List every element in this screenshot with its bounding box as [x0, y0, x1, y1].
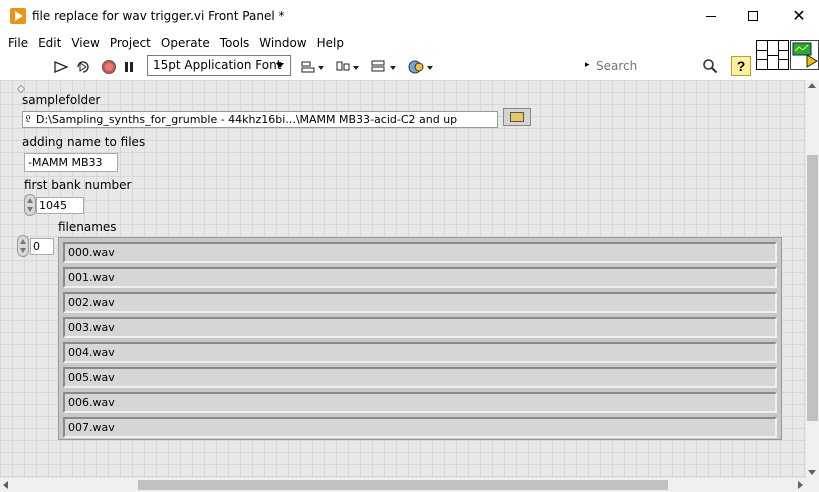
maximize-button[interactable]: [730, 0, 776, 32]
maximize-icon: [748, 11, 758, 21]
array-element[interactable]: 003.wav: [63, 317, 777, 338]
reorder-button[interactable]: [407, 58, 435, 75]
array-element[interactable]: 001.wav: [63, 267, 777, 288]
array-element[interactable]: 000.wav: [63, 242, 777, 263]
adding-name-label: adding name to files: [22, 135, 146, 149]
labview-app-icon: [10, 8, 26, 24]
title-bar: file replace for wav trigger.vi Front Pa…: [0, 0, 819, 32]
front-panel: samplefolder 𝔏 D:\Sampling_synths_for_gr…: [0, 80, 806, 478]
abort-button[interactable]: [100, 58, 118, 75]
menu-bar: File Edit View Project Operate Tools Win…: [0, 32, 754, 53]
run-button[interactable]: [52, 58, 70, 75]
search-box: ▸: [582, 56, 724, 76]
scrollbar-corner: [806, 478, 819, 492]
browse-folder-button[interactable]: [503, 108, 531, 126]
scroll-right-icon[interactable]: [798, 481, 803, 489]
close-icon: ✕: [792, 6, 806, 25]
chevron-down-icon: [276, 63, 284, 68]
distribute-objects-button[interactable]: [335, 58, 361, 75]
context-help-button[interactable]: ?: [731, 56, 751, 76]
scroll-up-icon[interactable]: [808, 83, 816, 88]
array-element[interactable]: 004.wav: [63, 342, 777, 363]
vertical-scrollbar[interactable]: [806, 80, 819, 478]
run-continuously-button[interactable]: [74, 58, 92, 75]
run-continuously-icon: [77, 60, 89, 73]
samplefolder-path-control[interactable]: 𝔏 D:\Sampling_synths_for_grumble - 44khz…: [22, 111, 498, 128]
horizontal-scroll-thumb[interactable]: [138, 480, 668, 490]
path-type-icon: 𝔏: [25, 114, 31, 125]
first-bank-input[interactable]: 1045: [36, 197, 84, 214]
abort-stop-icon: [102, 59, 116, 74]
vi-icon[interactable]: [790, 40, 819, 70]
menu-tools[interactable]: Tools: [216, 36, 254, 50]
menu-edit[interactable]: Edit: [34, 36, 65, 50]
menu-window[interactable]: Window: [255, 36, 310, 50]
font-select[interactable]: 15pt Application Font: [147, 55, 291, 76]
first-bank-stepper[interactable]: [24, 194, 36, 216]
menu-operate[interactable]: Operate: [157, 36, 214, 50]
close-button[interactable]: ✕: [776, 0, 819, 32]
array-element[interactable]: 002.wav: [63, 292, 777, 313]
adding-name-input[interactable]: -MAMM MB33: [24, 153, 118, 172]
distribute-objects-icon: [336, 61, 359, 70]
array-index-stepper[interactable]: [17, 235, 29, 257]
array-element[interactable]: 007.wav: [63, 417, 777, 438]
search-expand-icon: ▸: [585, 59, 590, 69]
scroll-left-icon[interactable]: [3, 481, 8, 489]
menu-help[interactable]: Help: [313, 36, 348, 50]
menu-project[interactable]: Project: [106, 36, 155, 50]
reorder-icon: [408, 60, 433, 73]
pause-icon: [125, 61, 133, 72]
search-icon[interactable]: [702, 58, 718, 74]
array-element[interactable]: 006.wav: [63, 392, 777, 413]
minimize-button[interactable]: [688, 0, 734, 32]
vertical-scroll-thumb[interactable]: [807, 155, 818, 421]
connector-pane-icon[interactable]: [756, 40, 789, 70]
horizontal-scrollbar[interactable]: [0, 478, 806, 492]
filenames-array: 000.wav 001.wav 002.wav 003.wav 004.wav …: [58, 237, 782, 440]
origin-marker-icon: [16, 84, 26, 94]
resize-objects-icon: [371, 60, 396, 71]
align-objects-icon: [301, 61, 324, 72]
run-arrow-icon: [54, 60, 69, 73]
array-index-input[interactable]: 0: [30, 238, 54, 255]
samplefolder-path-value: D:\Sampling_synths_for_grumble - 44khz16…: [36, 113, 458, 126]
array-element[interactable]: 005.wav: [63, 367, 777, 388]
font-select-value: 15pt Application Font: [153, 58, 282, 72]
search-input[interactable]: [596, 57, 696, 75]
resize-objects-button[interactable]: [370, 58, 398, 75]
folder-open-icon: [510, 112, 524, 122]
vi-graphic-icon: [792, 42, 818, 68]
scroll-down-icon[interactable]: [808, 470, 816, 475]
samplefolder-label: samplefolder: [22, 93, 101, 107]
first-bank-label: first bank number: [24, 178, 132, 192]
align-objects-button[interactable]: [300, 58, 326, 75]
menu-view[interactable]: View: [67, 36, 103, 50]
window-title: file replace for wav trigger.vi Front Pa…: [32, 9, 285, 23]
menu-file[interactable]: File: [4, 36, 32, 50]
pause-button[interactable]: [121, 58, 137, 75]
filenames-label: filenames: [58, 220, 117, 234]
minimize-icon: [706, 15, 716, 17]
